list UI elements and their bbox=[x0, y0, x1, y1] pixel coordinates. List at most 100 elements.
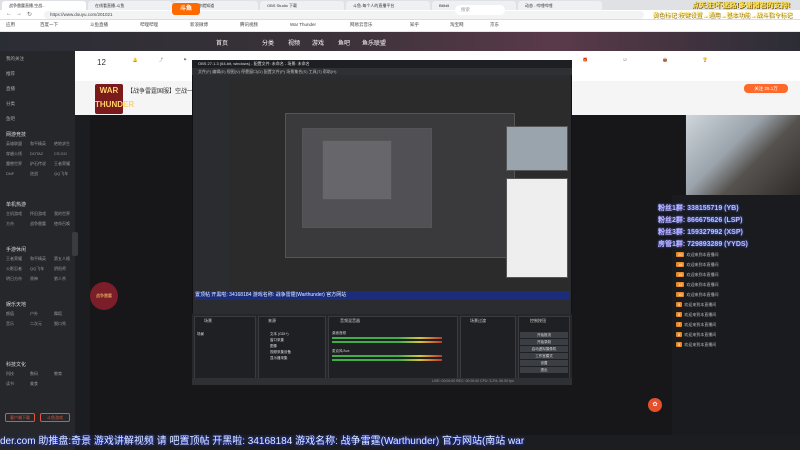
sidebar-game[interactable]: 美食 bbox=[30, 381, 38, 387]
sidebar-game[interactable]: 明日方舟 bbox=[6, 276, 22, 282]
sidebar-item[interactable]: 我的关注 bbox=[6, 56, 24, 62]
browser-tab[interactable]: 在线看直播-斗鱼 bbox=[88, 1, 172, 10]
sidebar-game[interactable]: QQ飞车 bbox=[30, 266, 44, 272]
task-icon[interactable]: ☑ bbox=[615, 57, 635, 77]
source-item[interactable]: 视频采集设备 bbox=[270, 350, 291, 355]
sidebar-item[interactable]: 直播 bbox=[6, 86, 15, 92]
sidebar-game[interactable]: 穿越火线 bbox=[6, 151, 22, 157]
settings-button[interactable]: 设置 bbox=[520, 360, 568, 366]
bookmark[interactable]: 淘宝网 bbox=[450, 22, 464, 28]
sidebar-game[interactable]: 科技 bbox=[6, 371, 14, 377]
sidebar-game[interactable]: 读书 bbox=[6, 381, 14, 387]
gift-box-icon[interactable]: 🎁 bbox=[575, 57, 595, 77]
virtual-camera-button[interactable]: 启动虚拟摄像机 bbox=[520, 346, 568, 352]
gift-icon[interactable]: ✿ bbox=[648, 398, 662, 412]
sidebar-game[interactable]: 火影忍者 bbox=[6, 266, 22, 272]
sidebar-game[interactable]: 魔兽世界 bbox=[6, 161, 22, 167]
sidebar-game[interactable]: QQ飞车 bbox=[54, 171, 68, 177]
nav-category[interactable]: 分类 bbox=[262, 38, 274, 47]
sidebar-game[interactable]: 怀旧游戏 bbox=[30, 211, 46, 217]
exit-button[interactable]: 退出 bbox=[520, 367, 568, 373]
sidebar-item[interactable]: 分类 bbox=[6, 101, 15, 107]
sidebar-game[interactable]: 舞蹈 bbox=[54, 311, 62, 317]
sidebar-game[interactable]: 方舟 bbox=[6, 221, 14, 227]
nav-video[interactable]: 视频 bbox=[288, 38, 300, 47]
share-icon[interactable]: ⤴ bbox=[151, 57, 171, 77]
search-input[interactable]: 搜索 bbox=[455, 5, 505, 15]
sidebar-item[interactable]: 推荐 bbox=[6, 71, 15, 77]
sidebar-game[interactable]: 和平精英 bbox=[30, 256, 46, 262]
studio-mode-button[interactable]: 工作室模式 bbox=[520, 353, 568, 359]
sidebar-game[interactable]: 使命召唤 bbox=[54, 221, 70, 227]
bookmark[interactable]: 网易云音乐 bbox=[350, 22, 373, 28]
sidebar-game[interactable]: 和平精英 bbox=[30, 141, 46, 147]
sidebar-game[interactable]: 我的世界 bbox=[54, 211, 70, 217]
sidebar-game[interactable]: 王者荣耀 bbox=[54, 161, 70, 167]
bookmark[interactable]: 腾讯视频 bbox=[240, 22, 258, 28]
sidebar-game[interactable]: 英雄联盟 bbox=[6, 141, 22, 147]
site-logo[interactable]: 斗鱼 bbox=[172, 3, 200, 15]
source-item[interactable]: 图像 bbox=[270, 344, 277, 349]
sidebar-game[interactable]: 原神 bbox=[30, 276, 38, 282]
sidebar-game[interactable]: 第五人格 bbox=[54, 256, 70, 262]
chat-message: 18 欢迎来到本直播间 bbox=[676, 262, 719, 267]
sidebar-game[interactable]: DNF bbox=[6, 171, 14, 176]
sidebar-game[interactable]: 教育 bbox=[54, 371, 62, 377]
bookmark[interactable]: 应用 bbox=[6, 22, 15, 28]
browser-tab[interactable]: 斗鱼-每个人的直播平台 bbox=[346, 1, 430, 10]
start-recording-button[interactable]: 开始录制 bbox=[520, 339, 568, 345]
sidebar-item[interactable]: 鱼吧 bbox=[6, 116, 15, 122]
sidebar-game[interactable]: 颜值 bbox=[6, 311, 14, 317]
nav-yuba[interactable]: 鱼吧 bbox=[338, 38, 350, 47]
sidebar-game[interactable]: CS:GO bbox=[54, 151, 67, 156]
sidebar-game[interactable]: 绝地求生 bbox=[54, 141, 70, 147]
browser-tab[interactable]: 战争雷霆直播,空战... bbox=[2, 1, 86, 10]
source-item[interactable]: 显示器采集 bbox=[270, 356, 288, 361]
sidebar-game[interactable]: 户外 bbox=[30, 311, 38, 317]
back-icon[interactable]: ← bbox=[6, 11, 12, 17]
sidebar-game[interactable]: 脱口秀 bbox=[54, 321, 66, 327]
sidebar-game[interactable]: 逆战 bbox=[30, 171, 38, 177]
source-item[interactable]: 窗口采集 bbox=[270, 338, 284, 343]
bookmark[interactable]: 新浪微博 bbox=[190, 22, 208, 28]
nav-home[interactable]: 首页 bbox=[216, 38, 228, 47]
sidebar-game[interactable]: 二次元 bbox=[30, 321, 42, 327]
bookmark[interactable]: 京东 bbox=[490, 22, 499, 28]
sidebar-game[interactable]: 狼人杀 bbox=[54, 276, 66, 282]
forward-icon[interactable]: → bbox=[16, 11, 22, 17]
bookmark[interactable]: War Thunder bbox=[290, 22, 316, 27]
sidebar-game[interactable]: 王者荣耀 bbox=[6, 256, 22, 262]
dock-title: 来源 bbox=[268, 318, 276, 323]
sidebar-game[interactable]: 音乐 bbox=[6, 321, 14, 327]
reload-icon[interactable]: ↻ bbox=[27, 11, 32, 18]
streamer-badge: 战争雷霆 bbox=[90, 282, 118, 310]
start-streaming-button[interactable]: 开始推流 bbox=[520, 332, 568, 338]
nested-chat bbox=[506, 178, 568, 278]
bookmark[interactable]: 斗鱼直播 bbox=[90, 22, 108, 28]
source-item[interactable]: 文本 (GDI+) bbox=[270, 332, 289, 337]
room-avatar[interactable]: WAR THUNDER bbox=[95, 84, 134, 114]
chat-message: 15 欢迎来到本直播间 bbox=[676, 272, 719, 277]
sidebar-game[interactable]: 主机游戏 bbox=[6, 211, 22, 217]
follow-button[interactable]: 关注 25.1万 bbox=[744, 84, 788, 93]
client-download-button[interactable]: 客户端下载 bbox=[5, 413, 35, 422]
nav-game[interactable]: 游戏 bbox=[312, 38, 324, 47]
sidebar-section-title: 手游休闲 bbox=[6, 247, 27, 253]
sidebar-game[interactable]: 阴阳师 bbox=[54, 266, 66, 272]
sidebar-game[interactable]: 数码 bbox=[30, 371, 38, 377]
browser-tab[interactable]: OBS Studio 下载 bbox=[260, 1, 344, 10]
sidebar-collapse-handle[interactable] bbox=[72, 232, 78, 256]
sidebar-game[interactable]: DOTA2 bbox=[30, 151, 43, 156]
bookmark[interactable]: 知乎 bbox=[410, 22, 419, 28]
douyu-games-button[interactable]: 斗鱼游戏 bbox=[40, 413, 70, 422]
nav-league[interactable]: 鱼乐联盟 bbox=[362, 38, 386, 47]
sidebar-game[interactable]: 炉石传说 bbox=[30, 161, 46, 167]
url-field[interactable]: https://www.douyu.com/201021 bbox=[44, 11, 644, 19]
bell-icon[interactable]: 🔔 bbox=[125, 57, 145, 77]
bookmark[interactable]: 哔哩哔哩 bbox=[140, 22, 158, 28]
bag-icon[interactable]: 👜 bbox=[655, 57, 675, 77]
sidebar-game[interactable]: 战争雷霆 bbox=[30, 221, 46, 227]
bookmark[interactable]: 百度一下 bbox=[40, 22, 58, 28]
scene-item[interactable]: 场景 bbox=[197, 332, 204, 337]
rank-icon[interactable]: 🏆 bbox=[695, 57, 715, 77]
